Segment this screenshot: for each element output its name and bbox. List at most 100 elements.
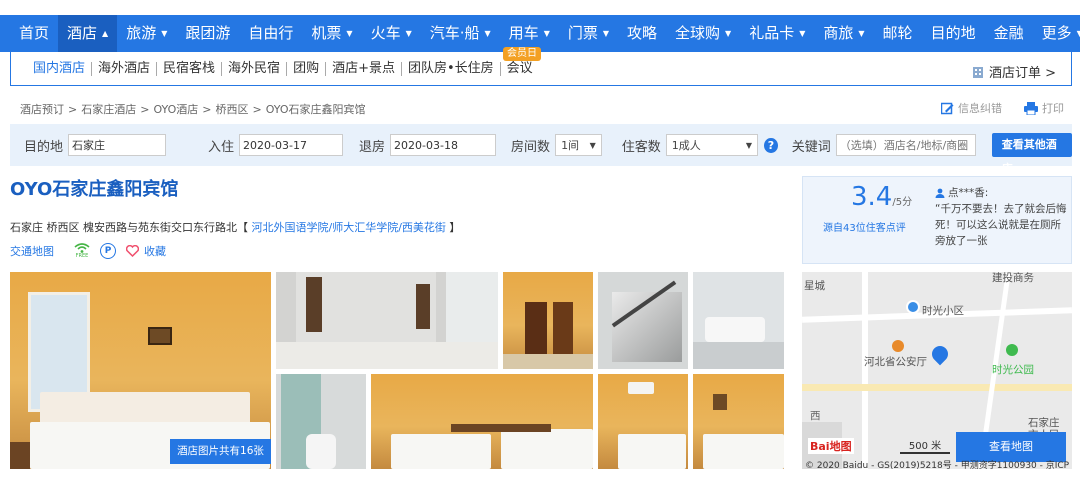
map-pin-icon bbox=[906, 300, 920, 314]
hotel-photo-8[interactable] bbox=[598, 374, 688, 469]
hotel-photo-5[interactable] bbox=[693, 272, 784, 369]
checkin-input[interactable] bbox=[239, 134, 344, 156]
subnav-item-0[interactable]: 国内酒店 bbox=[33, 61, 93, 76]
nav-item-label: 更多 bbox=[1041, 24, 1072, 42]
checkout-label: 退房 bbox=[359, 139, 386, 155]
help-icon[interactable]: ? bbox=[764, 137, 778, 153]
nav-item-label: 金融 bbox=[993, 24, 1024, 42]
top-nav: 首页 酒店 ▲ 旅游 ▼ 跟团游 自由行 机票 ▼ 火车 ▼ 汽车·船 ▼ 用车 ▼ 门票 ▼ 攻略 全球购 ▼ 礼品卡… bbox=[0, 15, 1080, 52]
nav-item-label: 首页 bbox=[19, 24, 50, 42]
nav-item-1[interactable]: 酒店 ▲ bbox=[58, 15, 118, 52]
wifi-icon: FREE bbox=[74, 243, 90, 259]
subnav-item-3[interactable]: 海外民宿 bbox=[222, 61, 288, 76]
hotel-photo-6[interactable] bbox=[276, 374, 366, 469]
print-link[interactable]: 打印 bbox=[1024, 100, 1064, 116]
nav-item-14[interactable]: 邮轮 bbox=[874, 15, 922, 52]
search-bar: 目的地 入住 退房 房间数 1间 ▼ 住客数 1成人 ▼ ? 关键词 查看其他酒… bbox=[10, 124, 1072, 175]
breadcrumb-item[interactable]: OYO石家庄鑫阳宾馆 bbox=[266, 103, 366, 116]
traffic-map-link[interactable]: 交通地图 bbox=[10, 243, 54, 259]
hotel-photo-4[interactable] bbox=[598, 272, 688, 369]
chevron-down-icon: ▼ bbox=[405, 29, 412, 38]
breadcrumb-item[interactable]: 酒店预订 bbox=[20, 103, 64, 116]
park-icon bbox=[1006, 344, 1018, 356]
subnav-item-6[interactable]: 团队房•长住房 bbox=[402, 61, 501, 76]
nav-item-13[interactable]: 商旅 ▼ bbox=[814, 15, 873, 52]
nav-item-17[interactable]: 更多 ▼ bbox=[1033, 15, 1080, 52]
chevron-down-icon: ▼ bbox=[346, 29, 353, 38]
subnav-item-7[interactable]: 会议 bbox=[501, 61, 539, 76]
breadcrumb-item[interactable]: OYO酒店 bbox=[153, 103, 198, 116]
map-label-gonganting: 河北省公安厅 bbox=[864, 356, 927, 368]
nav-item-4[interactable]: 自由行 bbox=[239, 15, 302, 52]
photo-count-badge[interactable]: 酒店图片共有16张 bbox=[170, 439, 271, 464]
search-other-hotels-button[interactable]: 查看其他酒店 bbox=[991, 133, 1072, 175]
breadcrumb-item[interactable]: 桥西区 bbox=[216, 103, 249, 116]
score-panel: 3.4/5分 源自43位住客点评 点***香: “千万不要去！去了就会后悔死！可… bbox=[802, 176, 1072, 264]
rooms-select[interactable]: 1间 ▼ bbox=[555, 134, 602, 156]
map-label-xi: 西 bbox=[810, 410, 821, 422]
chevron-down-icon: ▼ bbox=[161, 29, 168, 38]
nav-item-6[interactable]: 火车 ▼ bbox=[362, 15, 421, 52]
favorite-label: 收藏 bbox=[144, 245, 166, 258]
dest-label: 目的地 bbox=[24, 139, 64, 155]
nav-item-5[interactable]: 机票 ▼ bbox=[302, 15, 361, 52]
subnav-item-4[interactable]: 团购 bbox=[287, 61, 327, 76]
chevron-down-icon: ▼ bbox=[484, 29, 491, 38]
favorite-link[interactable]: 收藏 bbox=[126, 243, 166, 259]
nav-item-11[interactable]: 全球购 ▼ bbox=[666, 15, 740, 52]
chevron-down-icon: ▼ bbox=[745, 140, 753, 150]
chevron-down-icon: ▼ bbox=[725, 29, 732, 38]
building-icon bbox=[972, 66, 983, 78]
baidu-logo: Bai地图 bbox=[808, 438, 854, 454]
chevron-down-icon: ▼ bbox=[799, 29, 806, 38]
nav-item-7[interactable]: 汽车·船 ▼ bbox=[421, 15, 500, 52]
police-icon bbox=[892, 340, 904, 352]
rating-max: /5分 bbox=[892, 197, 913, 208]
heart-icon bbox=[126, 245, 139, 257]
map-panel[interactable]: 星城 建投商务 时光小区 河北省公安厅 时光公园 石家庄市人民 西 Bai地图 … bbox=[802, 272, 1072, 469]
nav-item-16[interactable]: 金融 bbox=[985, 15, 1033, 52]
nav-item-15[interactable]: 目的地 bbox=[922, 15, 985, 52]
user-icon bbox=[935, 188, 945, 198]
review-snippet: 点***香: “千万不要去！去了就会后悔死！可以这么说就是在厕所旁放了一张 bbox=[935, 185, 1071, 249]
guests-label: 住客数 bbox=[621, 139, 661, 155]
chevron-down-icon: ▼ bbox=[1076, 29, 1080, 38]
error-report-link[interactable]: 信息纠错 bbox=[941, 100, 1002, 116]
checkin-label: 入住 bbox=[208, 139, 235, 155]
subnav-item-5[interactable]: 酒店+景点 bbox=[326, 61, 402, 76]
breadcrumb-item[interactable]: 石家庄酒店 bbox=[81, 103, 136, 116]
print-label: 打印 bbox=[1042, 102, 1064, 115]
chevron-up-icon: ▲ bbox=[102, 29, 109, 38]
guests-select[interactable]: 1成人 ▼ bbox=[665, 134, 759, 156]
nav-item-9[interactable]: 门票 ▼ bbox=[559, 15, 618, 52]
nav-item-label: 礼品卡 bbox=[749, 24, 795, 42]
subnav-item-2[interactable]: 民宿客栈 bbox=[157, 61, 223, 76]
nav-item-2[interactable]: 旅游 ▼ bbox=[117, 15, 176, 52]
rating-score: 3.4/5分 bbox=[851, 182, 912, 212]
subnav-item-1[interactable]: 海外酒店 bbox=[92, 61, 158, 76]
edit-icon bbox=[941, 102, 954, 114]
rooms-label: 房间数 bbox=[511, 139, 551, 155]
nav-item-10[interactable]: 攻略 bbox=[618, 15, 666, 52]
address-text: 石家庄 桥西区 槐安西路与苑东街交口东行路北【 bbox=[10, 221, 248, 234]
hotel-photo-7[interactable] bbox=[371, 374, 593, 469]
nav-item-label: 目的地 bbox=[930, 24, 976, 42]
keyword-input[interactable] bbox=[835, 134, 976, 156]
nav-item-0[interactable]: 首页 bbox=[10, 15, 58, 52]
review-text: “千万不要去！去了就会后悔死！可以这么说就是在厕所旁放了一张 bbox=[935, 203, 1067, 247]
nav-item-12[interactable]: 礼品卡 ▼ bbox=[740, 15, 814, 52]
nav-item-label: 酒店 bbox=[67, 24, 98, 42]
nav-item-label: 全球购 bbox=[675, 24, 721, 42]
destination-input[interactable] bbox=[68, 134, 167, 156]
member-day-badge: 会员日 bbox=[503, 47, 541, 61]
checkout-input[interactable] bbox=[390, 134, 497, 156]
nearby-link[interactable]: 河北外国语学院/师大汇华学院/西美花街 bbox=[252, 221, 446, 234]
nav-item-3[interactable]: 跟团游 bbox=[176, 15, 239, 52]
hotel-order-link[interactable]: 酒店订单 > bbox=[971, 62, 1056, 81]
hotel-photo-2[interactable] bbox=[276, 272, 498, 369]
hotel-photo-9[interactable] bbox=[693, 374, 784, 469]
hotel-photo-3[interactable] bbox=[503, 272, 593, 369]
nav-item-label: 火车 bbox=[370, 24, 401, 42]
breadcrumb-separator: > bbox=[140, 103, 150, 116]
review-count-link[interactable]: 源自43位住客点评 bbox=[823, 219, 906, 234]
